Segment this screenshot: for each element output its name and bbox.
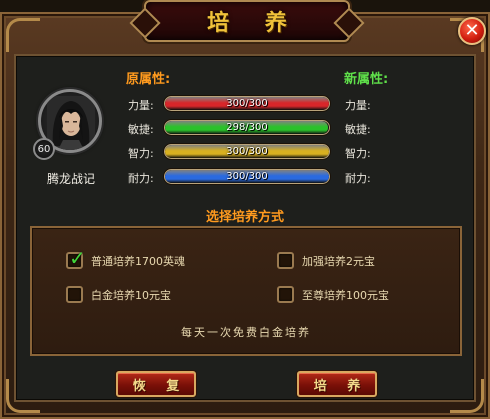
hero-name: 腾龙战记 <box>46 172 95 186</box>
checkbox[interactable]: ✓ <box>66 286 83 303</box>
title-plaque: 培 养 <box>144 0 350 42</box>
stamina-bar: 300/300 <box>164 169 330 184</box>
checkbox[interactable]: ✓ <box>277 286 294 303</box>
close-button[interactable]: ✕ <box>458 17 486 45</box>
strength-bar: 300/300 <box>164 96 330 111</box>
stat-label-intellect: 智力: <box>128 147 154 160</box>
option-label: 普通培养1700英魂 <box>91 254 185 268</box>
checkmark-icon: ✓ <box>69 246 86 270</box>
new-stat-label-strength: 力量: <box>345 99 371 112</box>
option-platinum-training[interactable]: ✓ 白金培养10元宝 <box>66 286 171 303</box>
train-button[interactable]: 培 养 <box>297 371 377 397</box>
frame-corner-ornament <box>6 18 40 52</box>
level-badge: 60 <box>33 138 55 160</box>
option-supreme-training[interactable]: ✓ 至尊培养100元宝 <box>277 286 389 303</box>
training-method-heading: 选择培养方式 <box>205 210 284 225</box>
agility-bar: 298/300 <box>164 120 330 135</box>
new-stat-label-agility: 敏捷: <box>345 123 371 136</box>
stamina-value: 300/300 <box>226 171 268 182</box>
intellect-bar: 300/300 <box>164 144 330 159</box>
option-label: 至尊培养100元宝 <box>302 288 389 302</box>
restore-button[interactable]: 恢 复 <box>116 371 196 397</box>
original-attributes-heading: 原属性: <box>126 72 171 87</box>
stat-label-strength: 力量: <box>128 99 154 112</box>
option-label: 加强培养2元宝 <box>302 254 375 268</box>
agility-value: 298/300 <box>226 122 268 133</box>
new-attributes-heading: 新属性: <box>344 72 389 87</box>
checkbox[interactable]: ✓ <box>277 252 294 269</box>
close-icon: ✕ <box>464 20 480 41</box>
new-stat-label-intellect: 智力: <box>345 147 371 160</box>
free-training-tip: 每天一次免费白金培养 <box>181 326 311 339</box>
option-label: 白金培养10元宝 <box>91 288 171 302</box>
dialog-title: 培 养 <box>207 11 301 36</box>
option-enhanced-training[interactable]: ✓ 加强培养2元宝 <box>277 252 375 269</box>
new-stat-label-stamina: 耐力: <box>345 172 371 185</box>
strength-value: 300/300 <box>226 98 268 109</box>
checkbox[interactable]: ✓ <box>66 246 86 270</box>
intellect-value: 300/300 <box>226 146 268 157</box>
stat-label-stamina: 耐力: <box>128 172 154 185</box>
option-normal-training[interactable]: ✓ 普通培养1700英魂 <box>66 246 185 270</box>
hero-portrait-icon <box>47 96 95 150</box>
stat-label-agility: 敏捷: <box>128 123 154 136</box>
